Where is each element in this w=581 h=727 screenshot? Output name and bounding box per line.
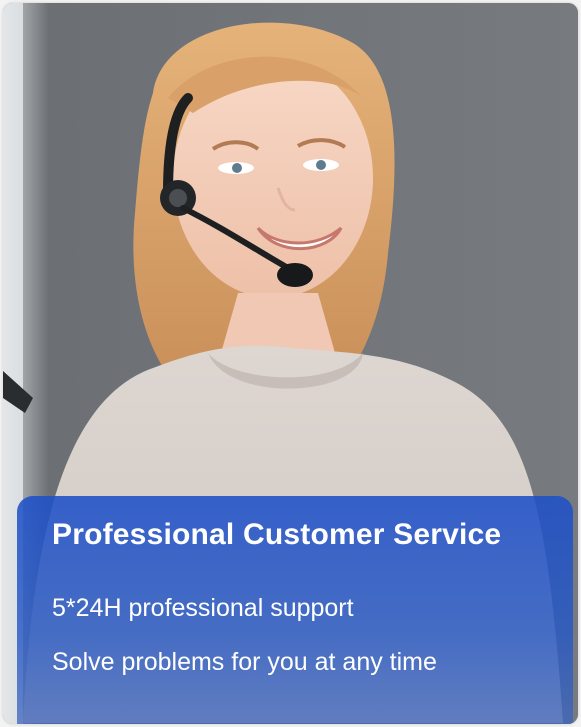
service-feature-1: 5*24H professional support <box>52 594 354 622</box>
service-title: Professional Customer Service <box>52 518 502 551</box>
customer-service-card: Professional Customer Service 5*24H prof… <box>3 3 578 724</box>
service-feature-2: Solve problems for you at any time <box>52 648 437 676</box>
service-info-panel: Professional Customer Service 5*24H prof… <box>17 496 573 724</box>
